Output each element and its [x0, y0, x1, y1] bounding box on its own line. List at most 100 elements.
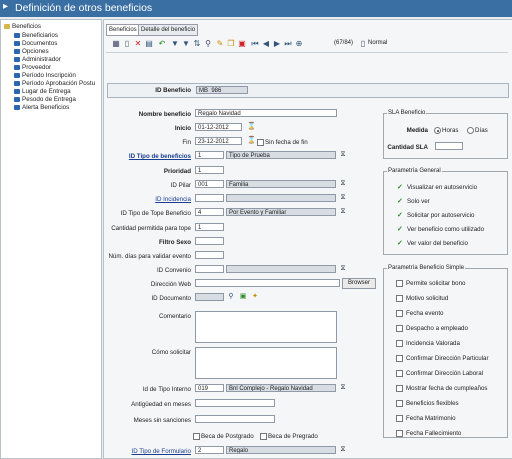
- filter-search-icon[interactable]: ⧖: [339, 446, 347, 454]
- direccion-particular-checkbox[interactable]: [396, 355, 403, 362]
- tab-beneficios[interactable]: Beneficios: [106, 24, 140, 36]
- solo-ver-label: Solo ver: [407, 198, 430, 205]
- tree-item-documentos[interactable]: Documentos: [14, 40, 57, 48]
- tree-item-proveedor[interactable]: Proveedor: [14, 64, 51, 72]
- node-icon: [14, 96, 20, 102]
- tree-item-periodo-inscripcion[interactable]: Período Inscripción: [14, 72, 76, 80]
- fallecimiento-checkbox[interactable]: [396, 430, 403, 437]
- beca-postgrado-checkbox[interactable]: [193, 433, 200, 440]
- inicio-field[interactable]: 01-12-2012: [195, 123, 242, 131]
- horas-radio[interactable]: [434, 127, 441, 134]
- solo-ver-checkbox[interactable]: ✓: [397, 198, 403, 205]
- filter-search-icon[interactable]: ⧖: [339, 265, 347, 273]
- sort-icon[interactable]: ⇅: [193, 39, 201, 48]
- node-icon: [14, 64, 20, 70]
- tree-item-label: Opciones: [22, 48, 49, 55]
- tree-root[interactable]: Beneficios: [4, 23, 41, 31]
- fecha-evento-checkbox[interactable]: [396, 310, 403, 317]
- formulario-id[interactable]: 2: [195, 446, 224, 454]
- ver-valor-checkbox[interactable]: ✓: [397, 240, 403, 247]
- matrimonio-checkbox[interactable]: [396, 415, 403, 422]
- tab-detalle[interactable]: Detalle del beneficio: [138, 24, 199, 36]
- beca-pregrado-checkbox[interactable]: [260, 433, 267, 440]
- incidencia-link[interactable]: ID Incidencia: [107, 196, 191, 203]
- permite-bono-checkbox[interactable]: [396, 280, 403, 287]
- comentario-field[interactable]: [195, 311, 337, 343]
- tipo-beneficio-link[interactable]: ID Tipo de beneficios: [107, 153, 191, 160]
- save-icon[interactable]: ▤: [145, 39, 153, 48]
- fecha-evento-label: Fecha evento: [406, 310, 444, 317]
- filtro-sexo-field[interactable]: [195, 237, 224, 245]
- direccion-laboral-checkbox[interactable]: [396, 370, 403, 377]
- meses-sanciones-field[interactable]: [195, 415, 275, 423]
- tree-item-lugar-entrega[interactable]: Lugar de Entrega: [14, 88, 71, 96]
- tope-desc: Por Evento y Familiar: [226, 208, 336, 216]
- tree-item-label: Lugar de Entrega: [22, 88, 71, 95]
- first-record-icon[interactable]: ⏮: [251, 39, 259, 48]
- copy-icon[interactable]: ❐: [227, 39, 235, 48]
- filter-icon[interactable]: ▼: [171, 39, 179, 48]
- convenio-id[interactable]: [195, 265, 224, 273]
- cantidad-sla-field[interactable]: [435, 142, 463, 150]
- browser-button[interactable]: Browser: [342, 278, 376, 289]
- tree-item-beneficiarios[interactable]: Beneficiarios: [14, 32, 58, 40]
- cumpleanos-checkbox[interactable]: [396, 385, 403, 392]
- find-icon[interactable]: ⚲: [204, 39, 212, 48]
- formulario-link[interactable]: ID Tipo de Formulario: [107, 448, 192, 455]
- cantidad-tope-field[interactable]: 1: [195, 223, 224, 231]
- solicitar-checkbox[interactable]: ✓: [397, 212, 403, 219]
- tools-icon[interactable]: ✎: [216, 39, 224, 48]
- attach-icon[interactable]: ▣: [239, 293, 247, 301]
- prioridad-field[interactable]: 1: [195, 166, 224, 174]
- visualizar-checkbox[interactable]: ✓: [397, 184, 403, 191]
- filter-clear-icon[interactable]: ▼: [182, 39, 190, 48]
- table-view-icon[interactable]: ▦: [112, 39, 120, 48]
- num-dias-field[interactable]: [195, 251, 224, 259]
- fin-field[interactable]: 23-12-2012: [195, 137, 242, 145]
- back-arrow-icon[interactable]: ▸: [3, 1, 8, 12]
- tree-item-pesodo-entrega[interactable]: Pesodo de Entrega: [14, 96, 76, 104]
- ver-utilizado-checkbox[interactable]: ✓: [397, 226, 403, 233]
- search-icon[interactable]: ⚲: [227, 293, 235, 301]
- web-field[interactable]: [195, 279, 340, 287]
- motivo-checkbox[interactable]: [396, 295, 403, 302]
- calendar-icon[interactable]: ⌛: [247, 123, 256, 131]
- zoom-icon[interactable]: ⊕: [295, 39, 303, 48]
- view-document-icon[interactable]: ✦: [251, 293, 259, 301]
- incidencia-id[interactable]: [195, 194, 224, 202]
- filter-search-icon[interactable]: ⧖: [339, 384, 347, 392]
- tipo-interno-id[interactable]: 019: [195, 384, 224, 392]
- incidencia-valorada-checkbox[interactable]: [396, 340, 403, 347]
- dias-label: Días: [475, 127, 488, 134]
- export-icon[interactable]: ▣: [238, 39, 246, 48]
- tree-item-periodo-aprobacion[interactable]: Período Aprobación Postu: [14, 80, 95, 88]
- filter-search-icon[interactable]: ⧖: [339, 180, 347, 188]
- filter-search-icon[interactable]: ⧖: [339, 208, 347, 216]
- sin-fecha-checkbox[interactable]: [257, 139, 264, 146]
- node-icon: [14, 40, 20, 46]
- como-solicitar-field[interactable]: [195, 347, 337, 379]
- next-record-icon[interactable]: ▶: [273, 39, 281, 48]
- undo-icon[interactable]: ↶: [158, 39, 166, 48]
- filter-search-icon[interactable]: ⧖: [339, 151, 347, 159]
- calendar-icon[interactable]: ⌛: [247, 137, 256, 145]
- antiguedad-field[interactable]: [195, 399, 275, 407]
- previous-record-icon[interactable]: ◀: [262, 39, 270, 48]
- new-record-icon[interactable]: ▯: [123, 39, 131, 48]
- tree-item-label: Pesodo de Entrega: [22, 96, 76, 103]
- mode-label: Normal: [368, 40, 388, 46]
- last-record-icon[interactable]: ⏭: [284, 39, 292, 48]
- dias-radio[interactable]: [467, 127, 474, 134]
- nombre-field[interactable]: Regalo Navidad: [195, 109, 337, 117]
- tipo-beneficio-id[interactable]: 1: [195, 151, 224, 159]
- pilar-id[interactable]: 001: [195, 180, 224, 188]
- tree-item-administrador[interactable]: Administrador: [14, 56, 61, 64]
- tree-item-opciones[interactable]: Opciones: [14, 48, 49, 56]
- delete-icon[interactable]: ✕: [134, 39, 142, 48]
- tope-id[interactable]: 4: [195, 208, 224, 216]
- flexibles-checkbox[interactable]: [396, 400, 403, 407]
- despacho-checkbox[interactable]: [396, 325, 403, 332]
- filter-search-icon[interactable]: ⧖: [339, 194, 347, 202]
- tree-item-alerta-beneficios[interactable]: Alerta Beneficios: [14, 104, 69, 112]
- navigation-tree[interactable]: Beneficios Beneficiarios Documentos Opci…: [0, 19, 102, 459]
